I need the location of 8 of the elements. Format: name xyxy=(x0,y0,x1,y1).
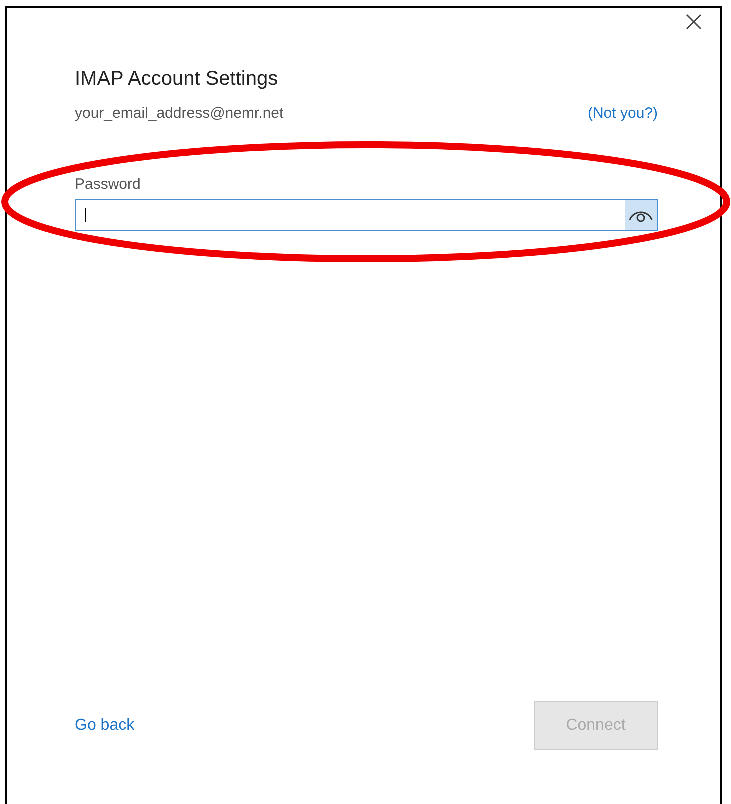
eye-icon[interactable] xyxy=(625,200,657,230)
close-button[interactable] xyxy=(684,12,704,32)
field-label: Password xyxy=(75,176,141,193)
go-back-link[interactable]: Go back xyxy=(75,716,135,734)
account-email: your_email_address@nemr.net xyxy=(75,105,284,122)
dialog-title: IMAP Account Settings xyxy=(75,68,280,91)
password-field[interactable] xyxy=(75,199,658,231)
not-you-link[interactable]: (Not you?) xyxy=(588,105,658,122)
